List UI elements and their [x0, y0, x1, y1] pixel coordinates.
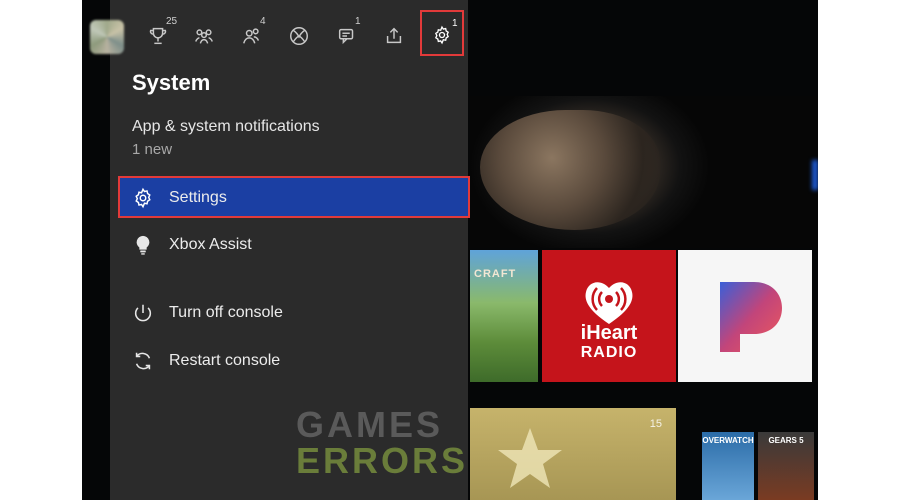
turn-off-console-menu-item[interactable]: Turn off console: [118, 292, 470, 334]
profile-avatar[interactable]: [90, 20, 124, 54]
minecraft-tile-text: CRAFT: [474, 268, 517, 280]
system-tab-button[interactable]: 1: [420, 10, 464, 56]
minecraft-tile[interactable]: CRAFT: [470, 250, 538, 382]
restart-console-menu-item[interactable]: Restart console: [118, 340, 470, 382]
overwatch-label: OVERWATCH: [702, 436, 754, 445]
featured-game-tile[interactable]: 15: [470, 408, 676, 500]
share-icon: [386, 27, 402, 44]
panel-title: System: [132, 70, 211, 95]
capture-share-tab[interactable]: [380, 22, 408, 50]
settings-label: Settings: [169, 189, 227, 206]
messages-count: 1: [355, 16, 361, 27]
lightbulb-icon: [132, 234, 154, 256]
system-notification-count: 1: [452, 18, 458, 29]
settings-menu-item[interactable]: Settings: [118, 176, 470, 218]
gears-tile[interactable]: GEARS 5: [758, 432, 814, 500]
party-tab[interactable]: [190, 22, 218, 50]
iheart-title: iHeart: [580, 322, 638, 344]
restart-console-label: Restart console: [169, 352, 281, 369]
notifications-count: 1 new: [132, 141, 173, 158]
iheart-subtitle: RADIO: [580, 344, 638, 361]
friends-tab[interactable]: 4: [238, 16, 266, 50]
home-tab[interactable]: [285, 22, 313, 50]
overwatch-tile[interactable]: OVERWATCH: [702, 432, 754, 500]
gear-icon: [434, 25, 450, 45]
xbox-assist-label: Xbox Assist: [169, 236, 252, 253]
power-icon: [132, 302, 154, 324]
gears-label: GEARS 5: [768, 436, 804, 445]
friends-count: 4: [260, 16, 266, 27]
chat-icon: [338, 28, 354, 45]
star-art-icon: [498, 428, 562, 488]
gear-icon: [132, 187, 154, 209]
xbox-assist-menu-item[interactable]: Xbox Assist: [118, 224, 470, 266]
turn-off-console-label: Turn off console: [169, 304, 283, 321]
notifications-link[interactable]: App & system notifications: [132, 118, 320, 136]
achievements-tab[interactable]: 25: [144, 16, 177, 50]
party-icon: [195, 29, 213, 44]
pandora-tile[interactable]: [678, 250, 812, 382]
messages-tab[interactable]: 1: [333, 16, 361, 50]
pandora-logo-icon: [720, 282, 782, 352]
iheartradio-tile[interactable]: iHeart RADIO: [542, 250, 676, 382]
people-icon: [243, 28, 260, 44]
watermark-errors: ERRORS: [296, 440, 469, 481]
achievements-count: 25: [166, 16, 178, 27]
trophy-icon: [149, 27, 167, 45]
restart-icon: [132, 350, 154, 372]
featured-tile-badge: 15: [649, 418, 662, 430]
xbox-icon: [290, 27, 308, 45]
accent-glow: [812, 160, 818, 190]
